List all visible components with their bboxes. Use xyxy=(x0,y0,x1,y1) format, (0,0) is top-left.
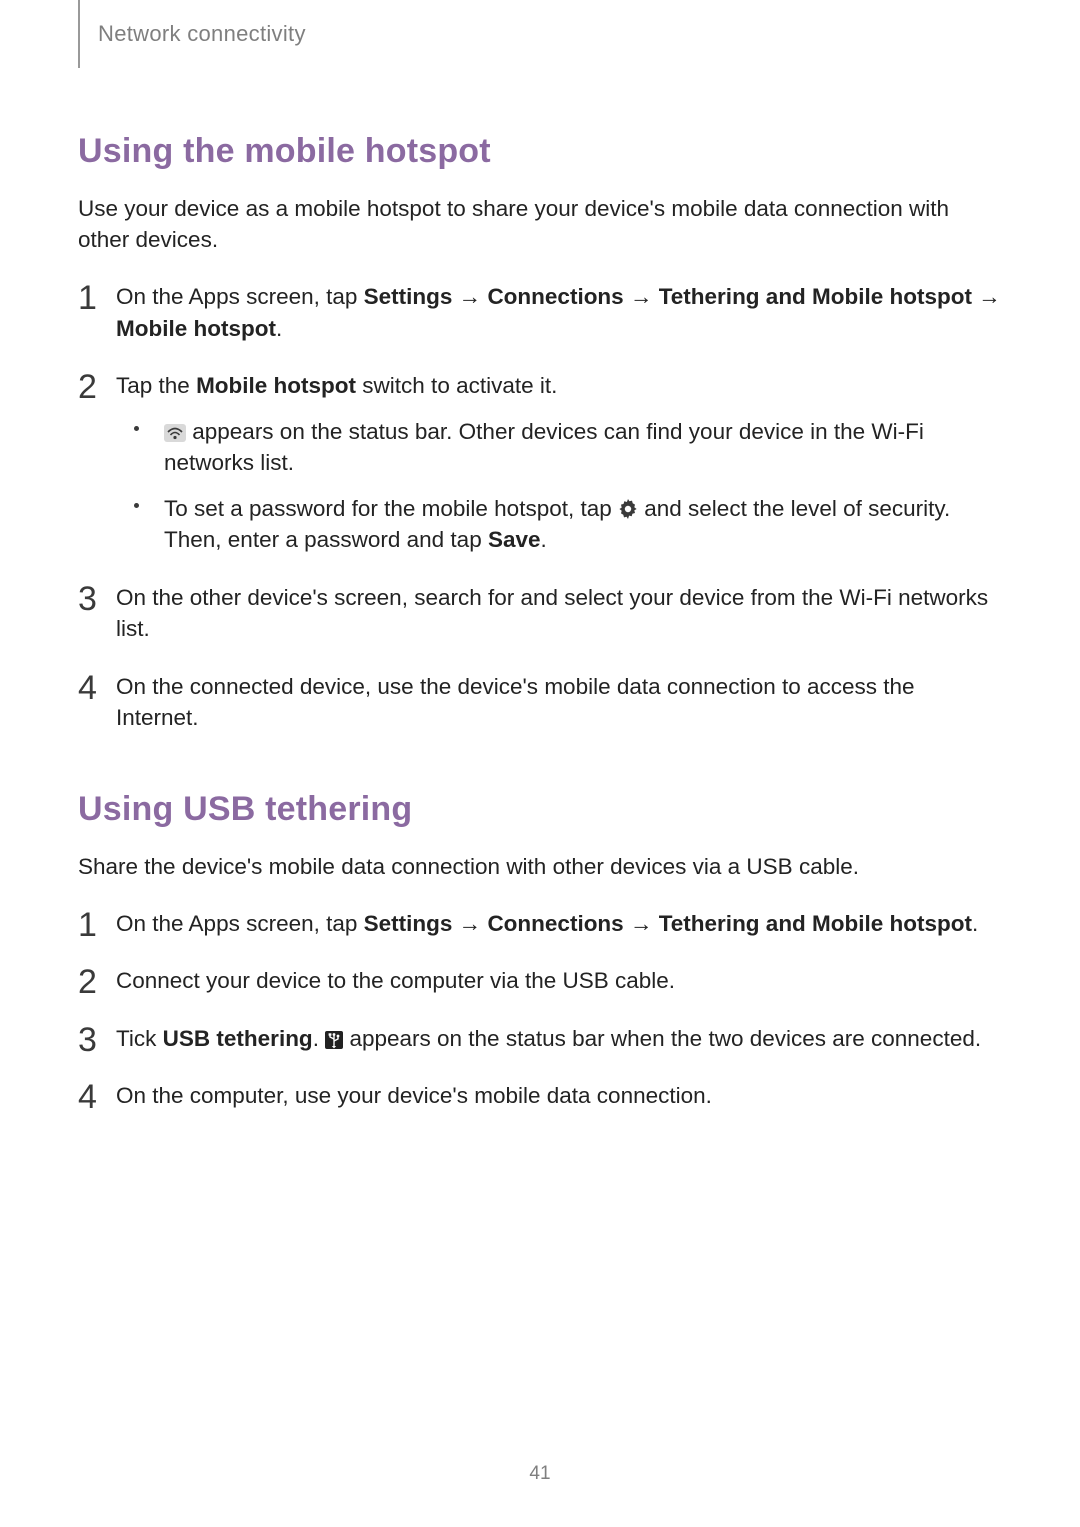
step-4: 4 On the computer, use your device's mob… xyxy=(78,1080,1002,1112)
hotspot-icon xyxy=(164,424,186,442)
step-text: Tick USB tethering. appears on the statu… xyxy=(116,1026,981,1051)
step-3: 3 Tick USB tethering. appears on the sta… xyxy=(78,1023,1002,1055)
step-text: On the connected device, use the device'… xyxy=(116,674,915,731)
bullet-dot xyxy=(134,426,139,431)
section-title-usb-tethering: Using USB tethering xyxy=(78,790,1002,829)
section2-steps: 1 On the Apps screen, tap Settings → Con… xyxy=(78,908,1002,1112)
step-number: 3 xyxy=(78,576,97,624)
header-tab-mark xyxy=(78,0,80,68)
step-3: 3 On the other device's screen, search f… xyxy=(78,582,1002,645)
step-2: 2 Connect your device to the computer vi… xyxy=(78,965,1002,997)
step-number: 4 xyxy=(78,1074,97,1122)
step-4: 4 On the connected device, use the devic… xyxy=(78,671,1002,734)
step2-sublist: appears on the status bar. Other devices… xyxy=(134,416,1002,556)
section2-intro: Share the device's mobile data connectio… xyxy=(78,851,1002,882)
step-number: 4 xyxy=(78,665,97,713)
step-2: 2 Tap the Mobile hotspot switch to activ… xyxy=(78,370,1002,556)
step-text: Connect your device to the computer via … xyxy=(116,968,675,993)
step-text: On the computer, use your device's mobil… xyxy=(116,1083,712,1108)
breadcrumb: Network connectivity xyxy=(98,21,306,47)
step-number: 3 xyxy=(78,1017,97,1065)
step-text: On the Apps screen, tap Settings → Conne… xyxy=(116,284,1001,341)
sub-bullet-wifi-icon-appears: appears on the status bar. Other devices… xyxy=(134,416,1002,479)
page-header: Network connectivity xyxy=(78,0,1002,68)
step-number: 1 xyxy=(78,902,97,950)
step-number: 1 xyxy=(78,275,97,323)
step-number: 2 xyxy=(78,364,97,412)
manual-page: Network connectivity Using the mobile ho… xyxy=(0,0,1080,1527)
step-text: Tap the Mobile hotspot switch to activat… xyxy=(116,373,557,398)
section1-intro: Use your device as a mobile hotspot to s… xyxy=(78,193,1002,255)
bullet-dot xyxy=(134,503,139,508)
usb-icon xyxy=(325,1031,343,1049)
gear-icon xyxy=(618,499,638,519)
step-1: 1 On the Apps screen, tap Settings → Con… xyxy=(78,908,1002,940)
sub-bullet-set-password: To set a password for the mobile hotspot… xyxy=(134,493,1002,556)
step-text: On the other device's screen, search for… xyxy=(116,585,988,642)
section1-steps: 1 On the Apps screen, tap Settings → Con… xyxy=(78,281,1002,734)
step-number: 2 xyxy=(78,959,97,1007)
page-number: 41 xyxy=(0,1463,1080,1485)
step-1: 1 On the Apps screen, tap Settings → Con… xyxy=(78,281,1002,344)
step-text: On the Apps screen, tap Settings → Conne… xyxy=(116,911,978,936)
section-title-mobile-hotspot: Using the mobile hotspot xyxy=(78,132,1002,171)
